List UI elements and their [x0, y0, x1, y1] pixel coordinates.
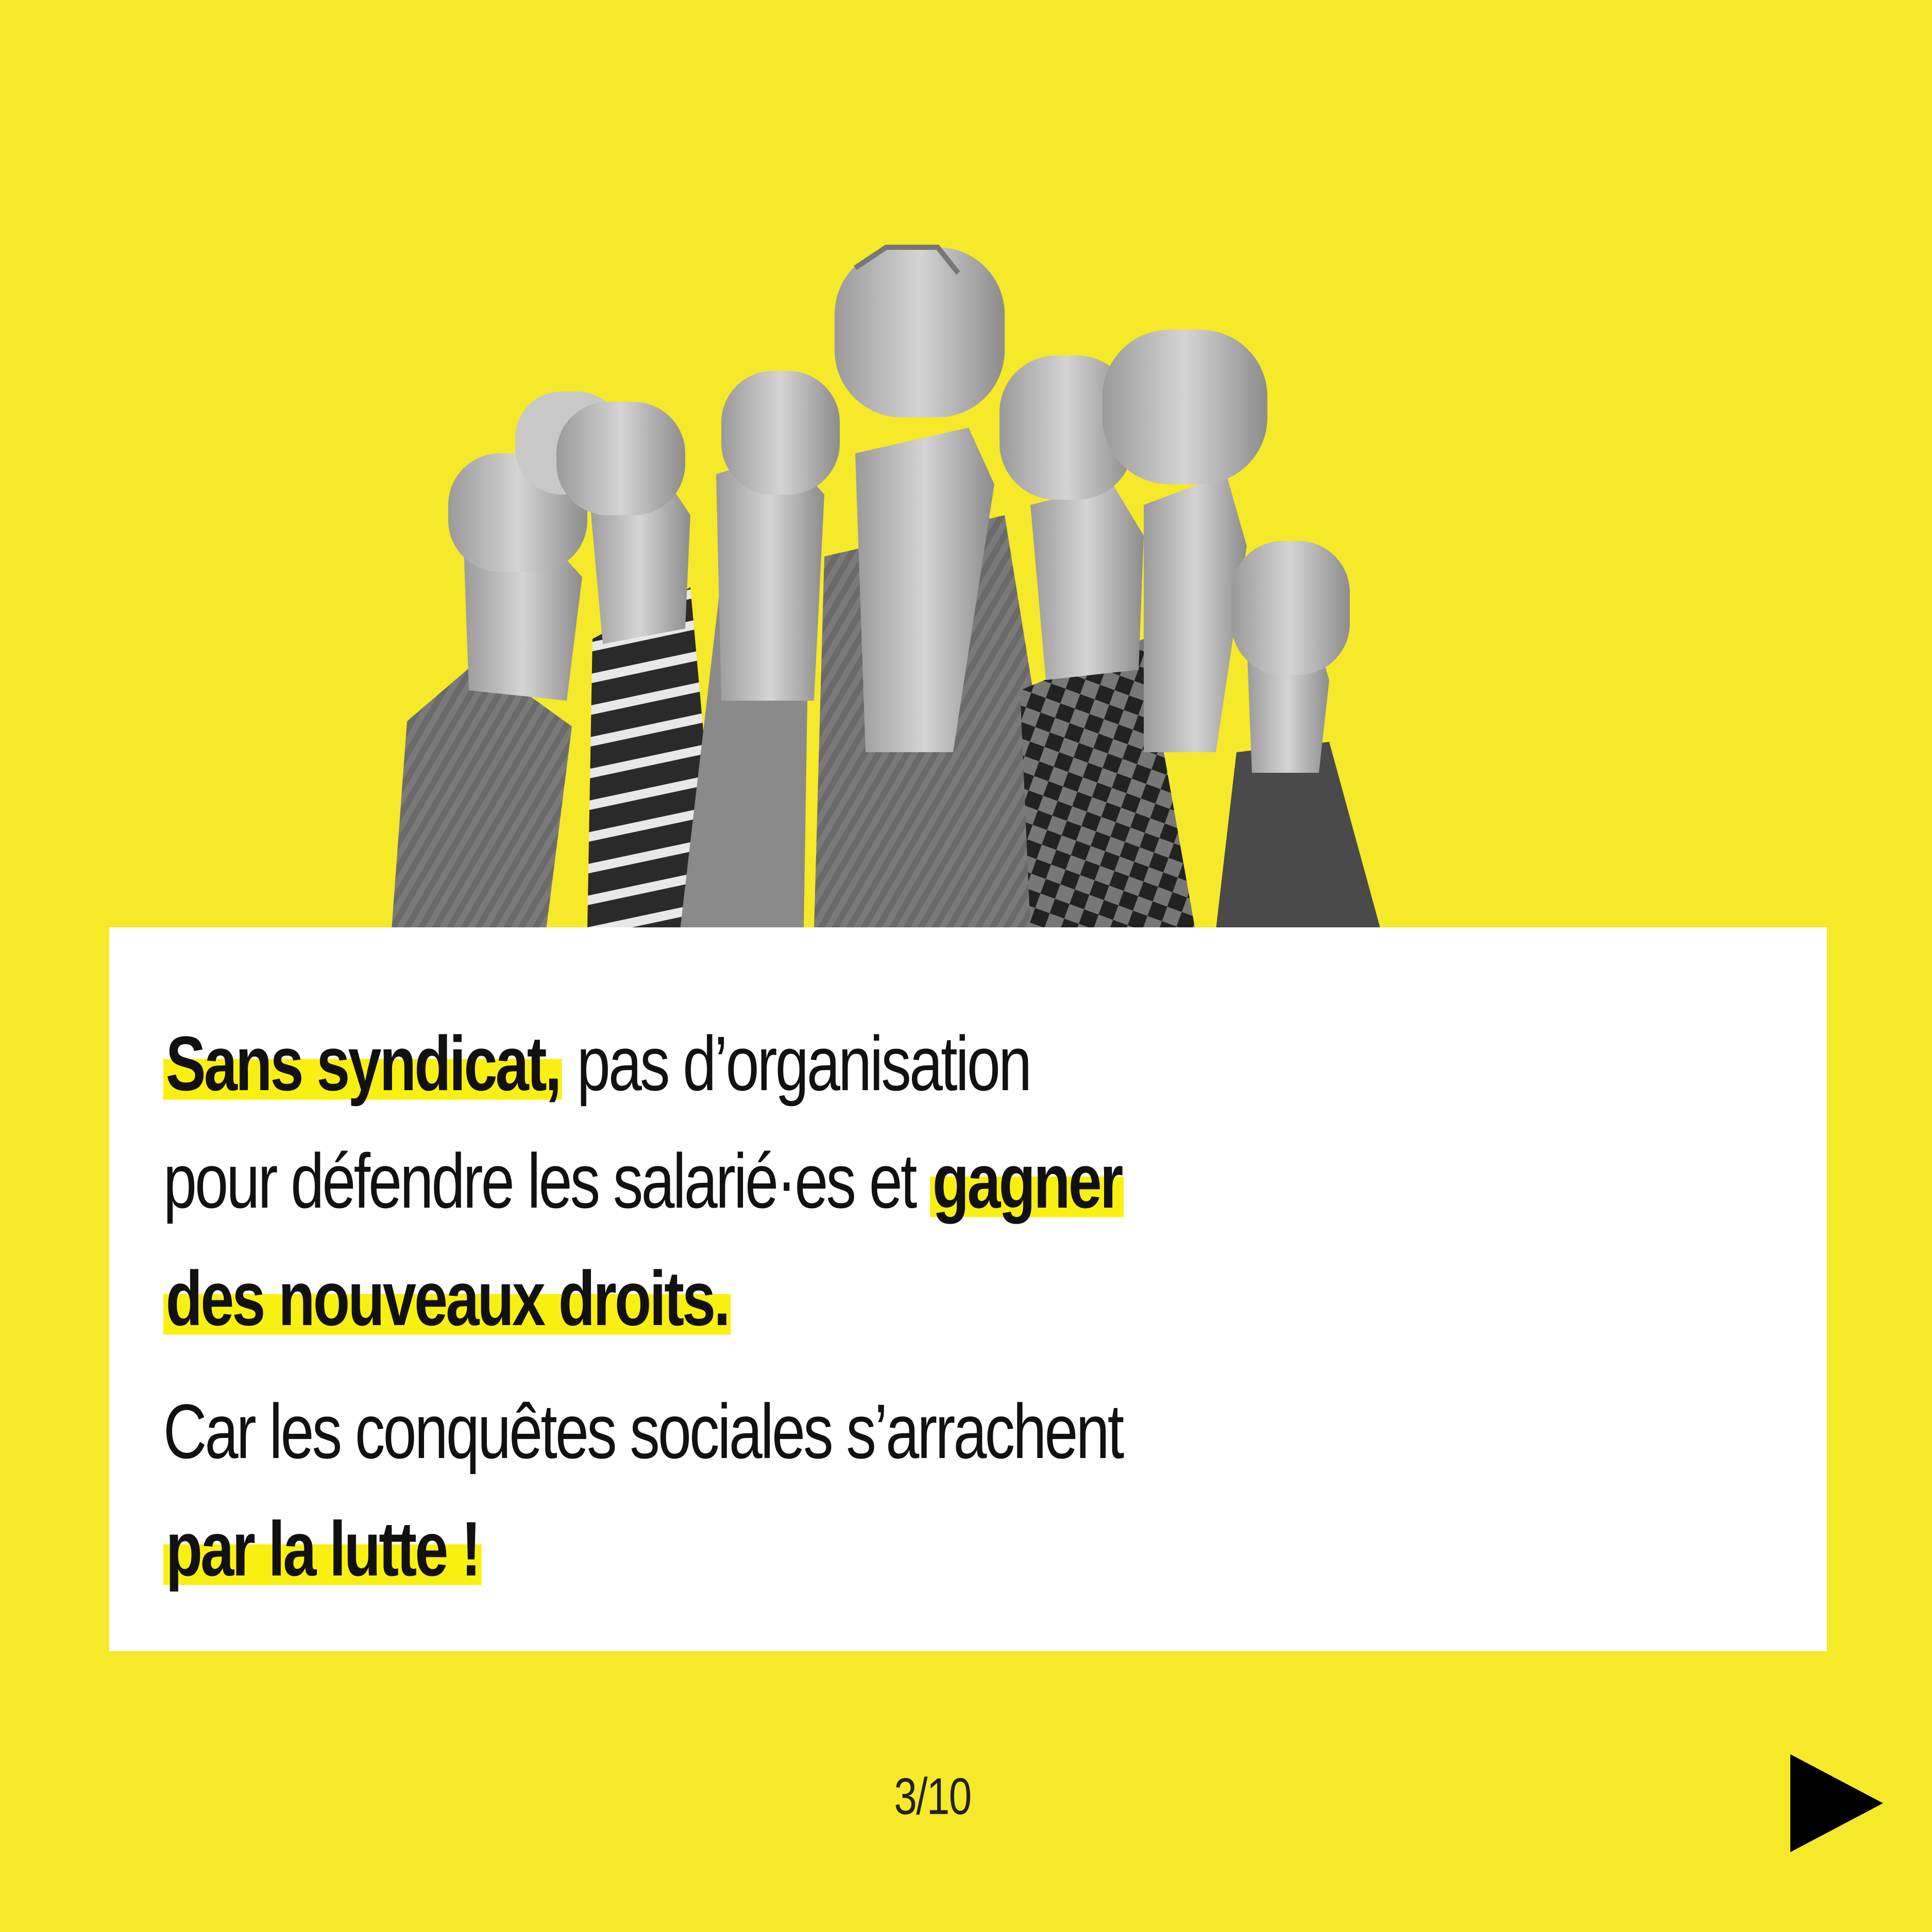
text-block: Sans syndicat, pas d’organisation pour d… [163, 1005, 1750, 1607]
highlight-sans-syndicat: Sans syndicat, [163, 1020, 563, 1107]
highlight-gagner: gagner [930, 1138, 1124, 1224]
play-triangle-icon [1790, 1754, 1883, 1852]
paragraph-main: Sans syndicat, pas d’organisation pour d… [163, 1005, 1401, 1357]
text-defendre-salaries: pour défendre les salarié·es et [163, 1138, 930, 1224]
highlight-par-la-lutte: par la lutte ! [163, 1505, 482, 1592]
highlight-nouveaux-droits: des nouveaux droits. [163, 1255, 731, 1342]
raised-fists-image [392, 245, 1381, 930]
page-indicator: 3/10 [894, 1768, 972, 1825]
next-slide-button[interactable] [1790, 1754, 1883, 1852]
text-pas-organisation: pas d’organisation [562, 1020, 1032, 1107]
paragraph-conquetes: Car les conquêtes sociales s’arrachent p… [163, 1372, 1401, 1607]
slide: Sans syndicat, pas d’organisation pour d… [0, 0, 1932, 1932]
text-card: Sans syndicat, pas d’organisation pour d… [109, 927, 1827, 1651]
text-conquetes-sociales: Car les conquêtes sociales s’arrachent [163, 1388, 1124, 1475]
